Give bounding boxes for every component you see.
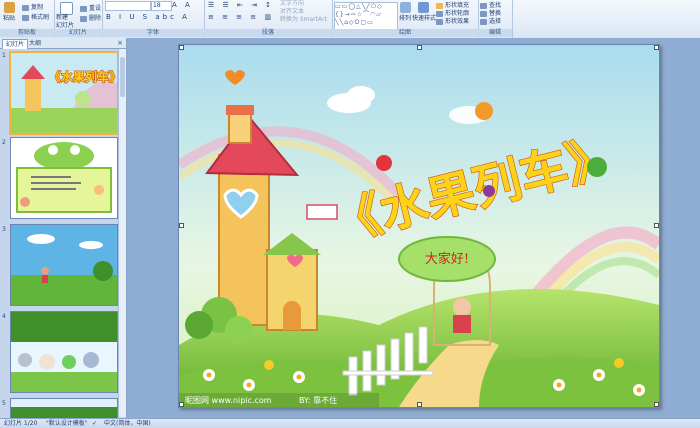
shapes-gallery[interactable]: ▭▭◯△╲╱⬠◇ {}→⇨☆⌒◠▱ ╲╲⌂◇⭘▢▭ bbox=[334, 2, 398, 30]
paragraph-group-label: 段落 bbox=[204, 29, 332, 37]
shape-effects-icon bbox=[436, 18, 443, 25]
smartart-button[interactable]: 转换为 SmartArt bbox=[280, 16, 327, 24]
resize-handle[interactable] bbox=[654, 45, 659, 50]
copy-label: 复制 bbox=[31, 4, 44, 11]
shape-outline-button[interactable]: 形状轮廓 bbox=[436, 10, 469, 18]
slide-artwork: 《水果列车》 大家好! 昵图网 www.nipic.com BY: 靠不住 bbox=[179, 45, 659, 407]
slides-pane: 幻灯片 大纲 × 1 《水果列车》 2 3 4 5 bbox=[0, 38, 127, 420]
resize-handle[interactable] bbox=[179, 223, 184, 228]
format-painter-button[interactable]: 格式刷 bbox=[22, 14, 49, 22]
editing-group: 查找 替换 选择 编辑 bbox=[478, 0, 513, 38]
slide-thumb-2[interactable] bbox=[10, 137, 118, 219]
drawing-group-label: 绘图 bbox=[332, 29, 478, 37]
list-buttons[interactable]: ☰ ☰ ⇤ ⇥ ↕ bbox=[208, 1, 274, 9]
select-button[interactable]: 选择 bbox=[480, 18, 501, 26]
resize-handle[interactable] bbox=[417, 45, 422, 50]
slide-thumb-3-art bbox=[11, 225, 117, 305]
find-label: 查找 bbox=[489, 2, 502, 9]
replace-button[interactable]: 替换 bbox=[480, 10, 501, 18]
align-buttons[interactable]: ≡ ≡ ≡ ≡ ▥ bbox=[208, 13, 274, 21]
scrollbar-thumb[interactable] bbox=[120, 57, 125, 97]
speech-bubble-text[interactable]: 大家好! bbox=[425, 251, 469, 267]
reset-button[interactable]: 重设 bbox=[80, 5, 101, 13]
resize-handle[interactable] bbox=[654, 402, 659, 407]
shape-effects-button[interactable]: 形状效果 bbox=[436, 18, 469, 26]
replace-icon bbox=[480, 10, 487, 17]
shape-outline-label: 形状轮廓 bbox=[445, 10, 470, 17]
shape-fill-icon bbox=[436, 2, 443, 9]
resize-handle[interactable] bbox=[179, 402, 184, 407]
select-icon bbox=[480, 18, 487, 25]
copy-icon bbox=[22, 4, 29, 11]
shape-fill-button[interactable]: 形状填充 bbox=[436, 2, 469, 10]
font-grow-shrink-buttons[interactable]: A A bbox=[172, 1, 193, 9]
clipboard-group-label: 剪贴板 bbox=[0, 29, 54, 37]
resize-handle[interactable] bbox=[417, 402, 422, 407]
slide-editor: 《水果列车》 大家好! 昵图网 www.nipic.com BY: 靠不住 bbox=[127, 38, 700, 418]
thumb-number: 4 bbox=[2, 313, 6, 320]
quick-styles-button[interactable]: 快速样式 bbox=[412, 15, 436, 23]
slide-thumb-3[interactable] bbox=[10, 224, 118, 306]
shape-fill-label: 形状填充 bbox=[445, 2, 470, 9]
resize-handle[interactable] bbox=[654, 223, 659, 228]
drawing-group: ▭▭◯△╲╱⬠◇ {}→⇨☆⌒◠▱ ╲╲⌂◇⭘▢▭ 排列 快速样式 形状填充 形状轮… bbox=[332, 0, 479, 38]
shape-effects-label: 形状效果 bbox=[445, 18, 470, 25]
arrange-icon[interactable] bbox=[400, 2, 411, 13]
thumb-number: 2 bbox=[2, 139, 6, 146]
font-format-buttons[interactable]: B I U S abc A bbox=[106, 13, 190, 21]
slide-canvas[interactable]: 《水果列车》 大家好! 昵图网 www.nipic.com BY: 靠不住 bbox=[178, 44, 660, 408]
format-painter-icon bbox=[22, 14, 29, 21]
paragraph-group: ☰ ☰ ⇤ ⇥ ↕ ≡ ≡ ≡ ≡ ▥ 文字方向 对齐文本 转换为 SmartA… bbox=[204, 0, 333, 38]
slide-thumb-1-art: 《水果列车》 bbox=[11, 53, 117, 133]
pane-tabs: 幻灯片 大纲 × bbox=[0, 38, 126, 49]
font-size-select[interactable]: 18 bbox=[151, 1, 172, 11]
thumb-title: 《水果列车》 bbox=[49, 69, 117, 84]
resize-handle[interactable] bbox=[179, 45, 184, 50]
copy-button[interactable]: 复制 bbox=[22, 4, 43, 12]
align-text-button[interactable]: 对齐文本 bbox=[280, 8, 304, 16]
delete-label: 删除 bbox=[89, 15, 102, 22]
slide-thumb-4-art bbox=[11, 312, 117, 392]
delete-icon bbox=[80, 15, 87, 22]
thumbs-scrollbar[interactable] bbox=[118, 49, 126, 417]
slide-thumb-2-art bbox=[11, 138, 117, 218]
clipboard-group: 粘贴 复制 格式刷 剪贴板 bbox=[0, 0, 55, 38]
slide-thumb-1[interactable]: 《水果列车》 bbox=[9, 51, 119, 135]
delete-button[interactable]: 删除 bbox=[80, 15, 101, 23]
reset-icon bbox=[80, 5, 87, 12]
find-button[interactable]: 查找 bbox=[480, 2, 501, 10]
slides-group: 新建 幻灯片 重设 删除 幻灯片 bbox=[54, 0, 103, 38]
new-slide-button[interactable]: 新建 幻灯片 bbox=[56, 14, 80, 30]
editing-group-label: 编辑 bbox=[478, 29, 512, 37]
replace-label: 替换 bbox=[489, 10, 502, 17]
paste-button[interactable]: 粘贴 bbox=[3, 15, 15, 23]
text-direction-button[interactable]: 文字方向 bbox=[280, 0, 304, 8]
font-name-select[interactable] bbox=[105, 1, 151, 11]
credit-text: BY: 靠不住 bbox=[299, 395, 337, 405]
close-pane-icon[interactable]: × bbox=[117, 39, 123, 47]
select-label: 选择 bbox=[489, 18, 502, 25]
thumb-number: 1 bbox=[2, 52, 6, 59]
find-icon bbox=[480, 2, 487, 9]
slide-thumb-5-art bbox=[11, 399, 117, 419]
slides-group-label: 幻灯片 bbox=[54, 29, 102, 37]
slide-thumb-5[interactable] bbox=[10, 398, 118, 420]
arrange-button[interactable]: 排列 bbox=[399, 15, 411, 23]
tab-slides[interactable]: 幻灯片 bbox=[2, 39, 29, 49]
paste-icon[interactable] bbox=[4, 2, 15, 13]
font-group-label: 字体 bbox=[102, 29, 204, 37]
quick-styles-icon[interactable] bbox=[418, 2, 429, 13]
watermark-text: 昵图网 www.nipic.com bbox=[185, 396, 272, 405]
reset-label: 重设 bbox=[89, 5, 102, 12]
font-group: 18 A A B I U S abc A 字体 bbox=[102, 0, 205, 38]
shape-outline-icon bbox=[436, 10, 443, 17]
thumb-number: 5 bbox=[2, 400, 6, 407]
format-painter-label: 格式刷 bbox=[31, 14, 50, 21]
ribbon: 粘贴 复制 格式刷 剪贴板 新建 幻灯片 重设 删除 幻灯片 18 A A B … bbox=[0, 0, 700, 39]
thumb-number: 3 bbox=[2, 226, 6, 233]
tab-outline[interactable]: 大纲 bbox=[26, 39, 44, 48]
slide-thumb-4[interactable] bbox=[10, 311, 118, 393]
